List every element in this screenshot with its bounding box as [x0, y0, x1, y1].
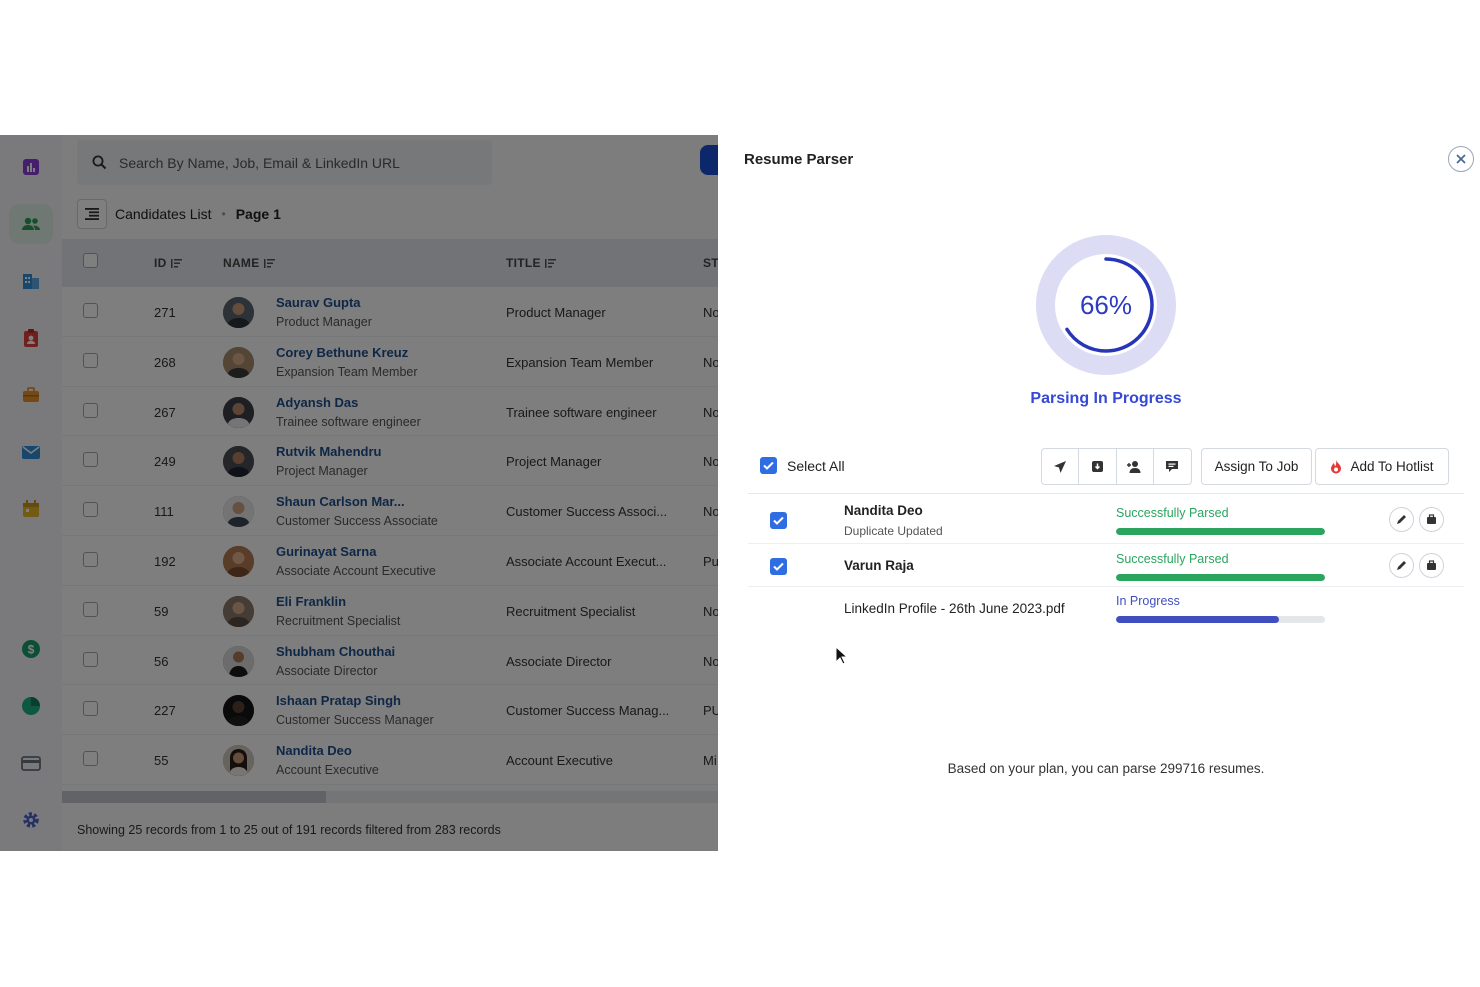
briefcase-icon: [1427, 560, 1436, 570]
item-name: Varun Raja: [844, 558, 914, 573]
select-all-checkbox[interactable]: [760, 457, 777, 474]
item-checkbox[interactable]: [770, 558, 787, 575]
item-progress-fill: [1116, 616, 1280, 623]
checkmark-icon: [763, 461, 774, 470]
item-checkbox[interactable]: [770, 512, 787, 529]
plan-limit-text: Based on your plan, you can parse 299716…: [947, 761, 1265, 776]
chat-icon: [1166, 461, 1179, 472]
edit-button[interactable]: [1389, 553, 1414, 578]
modal-backdrop[interactable]: [0, 135, 718, 851]
send-button[interactable]: [1042, 449, 1080, 484]
item-progress-bar: [1116, 528, 1325, 535]
fire-icon: [1331, 459, 1342, 473]
item-progress-fill: [1116, 574, 1325, 581]
briefcase-icon: [1427, 514, 1436, 524]
parsed-files-list: Nandita Deo Duplicate Updated Successful…: [748, 493, 1464, 632]
panel-title: Resume Parser: [744, 151, 854, 168]
user-plus-icon: [1127, 461, 1141, 473]
list-item: Nandita Deo Duplicate Updated Successful…: [748, 494, 1464, 544]
assign-job-button[interactable]: [1419, 507, 1444, 532]
pencil-icon: [1397, 515, 1406, 524]
item-progress-bar: [1116, 616, 1325, 623]
export-icon: [1091, 461, 1103, 472]
message-button[interactable]: [1154, 449, 1191, 484]
add-candidate-button[interactable]: [1117, 449, 1154, 484]
item-status: Successfully Parsed: [1116, 552, 1229, 566]
list-item: Varun Raja Successfully Parsed: [748, 544, 1464, 587]
item-progress-fill: [1116, 528, 1325, 535]
item-progress-bar: [1116, 574, 1325, 581]
resume-parser-panel: Resume Parser 66% Parsing In Progress Se…: [718, 135, 1480, 851]
select-all-label: Select All: [787, 457, 845, 474]
close-button[interactable]: [1448, 146, 1474, 172]
select-all-control[interactable]: Select All: [760, 457, 845, 474]
candidates-app: $ Candidates List • Page 1 ID: [0, 135, 718, 851]
edit-button[interactable]: [1389, 507, 1414, 532]
bulk-action-toolbar: [1041, 448, 1192, 485]
app-window: $ Candidates List • Page 1 ID: [0, 135, 1480, 851]
list-item: LinkedIn Profile - 26th June 2023.pdf In…: [748, 587, 1464, 632]
parsing-status-title: Parsing In Progress: [1030, 390, 1182, 407]
checkmark-icon: [773, 516, 784, 525]
mouse-cursor-icon: [835, 646, 849, 665]
item-status: Successfully Parsed: [1116, 506, 1229, 520]
export-button[interactable]: [1079, 449, 1117, 484]
send-icon: [1054, 460, 1067, 473]
progress-percentage: 66%: [1079, 289, 1133, 320]
pencil-icon: [1397, 561, 1406, 570]
item-name: Nandita Deo: [844, 503, 923, 518]
assign-job-button[interactable]: [1419, 553, 1444, 578]
item-note: Duplicate Updated: [844, 524, 943, 538]
add-to-hotlist-label: Add To Hotlist: [1350, 459, 1434, 474]
checkmark-icon: [773, 562, 784, 571]
item-file-name: LinkedIn Profile - 26th June 2023.pdf: [844, 601, 1065, 616]
assign-to-job-button[interactable]: Assign To Job: [1201, 448, 1312, 485]
close-icon: [1456, 154, 1466, 164]
item-status: In Progress: [1116, 594, 1180, 608]
add-to-hotlist-button[interactable]: Add To Hotlist: [1315, 448, 1449, 485]
